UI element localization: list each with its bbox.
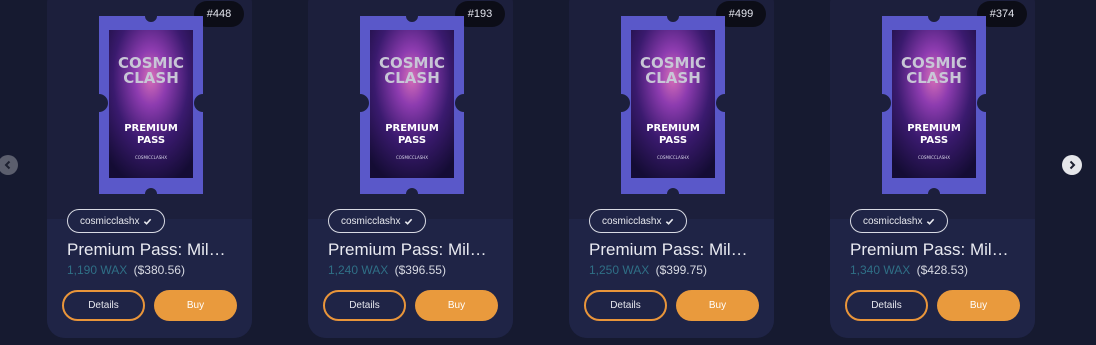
verified-check-icon bbox=[927, 218, 935, 225]
chevron-left-icon bbox=[4, 160, 11, 170]
svg-text:COSMICCLASHX: COSMICCLASHX bbox=[135, 155, 167, 160]
listing-title: Premium Pass: Mil… bbox=[589, 240, 748, 259]
details-button[interactable]: Details bbox=[62, 290, 145, 321]
listing-price: 1,190 WAX ($380.56) bbox=[67, 263, 185, 277]
svg-text:PASS: PASS bbox=[659, 135, 687, 146]
wax-price: 1,340 WAX bbox=[850, 263, 911, 277]
collection-name: cosmicclashx bbox=[863, 215, 923, 227]
svg-text:PREMIUM: PREMIUM bbox=[385, 123, 439, 134]
listing-title: Premium Pass: Mil… bbox=[67, 240, 226, 259]
details-button[interactable]: Details bbox=[323, 290, 406, 321]
listing-card[interactable]: #448 COSMIC CLASH PREMIUM PASS COSMICCLA… bbox=[47, 0, 252, 338]
svg-text:COSMICCLASHX: COSMICCLASHX bbox=[918, 155, 950, 160]
svg-text:CLASH: CLASH bbox=[123, 69, 179, 87]
listing-price: 1,340 WAX ($428.53) bbox=[850, 263, 968, 277]
buy-button[interactable]: Buy bbox=[154, 290, 237, 321]
wax-price: 1,240 WAX bbox=[328, 263, 389, 277]
wax-price: 1,250 WAX bbox=[589, 263, 650, 277]
buy-button[interactable]: Buy bbox=[937, 290, 1020, 321]
listing-price: 1,240 WAX ($396.55) bbox=[328, 263, 446, 277]
details-button[interactable]: Details bbox=[845, 290, 928, 321]
carousel-next-button[interactable] bbox=[1062, 155, 1082, 175]
wax-price: 1,190 WAX bbox=[67, 263, 128, 277]
usd-price: ($399.75) bbox=[655, 263, 707, 277]
svg-text:PREMIUM: PREMIUM bbox=[646, 123, 700, 134]
ticket-image: COSMIC CLASH PREMIUM PASS COSMICCLASHX bbox=[99, 16, 203, 194]
usd-price: ($396.55) bbox=[394, 263, 446, 277]
collection-link[interactable]: cosmicclashx bbox=[589, 209, 688, 233]
svg-text:PASS: PASS bbox=[398, 135, 426, 146]
collection-name: cosmicclashx bbox=[80, 215, 140, 227]
verified-check-icon bbox=[405, 218, 413, 225]
collection-name: cosmicclashx bbox=[341, 215, 401, 227]
carousel-prev-button[interactable] bbox=[0, 155, 18, 175]
nft-carousel: #448 COSMIC CLASH PREMIUM PASS COSMICCLA… bbox=[0, 0, 1096, 345]
ticket-image: COSMIC CLASH PREMIUM PASS COSMICCLASHX bbox=[360, 16, 464, 194]
usd-price: ($428.53) bbox=[916, 263, 968, 277]
svg-text:CLASH: CLASH bbox=[906, 69, 962, 87]
verified-check-icon bbox=[144, 218, 152, 225]
collection-link[interactable]: cosmicclashx bbox=[67, 209, 166, 233]
ticket-image: COSMIC CLASH PREMIUM PASS COSMICCLASHX bbox=[621, 16, 725, 194]
listing-title: Premium Pass: Mil… bbox=[328, 240, 487, 259]
svg-text:PREMIUM: PREMIUM bbox=[124, 123, 178, 134]
collection-link[interactable]: cosmicclashx bbox=[850, 209, 949, 233]
listing-price: 1,250 WAX ($399.75) bbox=[589, 263, 707, 277]
svg-text:COSMICCLASHX: COSMICCLASHX bbox=[657, 155, 689, 160]
svg-text:PASS: PASS bbox=[137, 135, 165, 146]
listing-card[interactable]: #193 COSMIC CLASH PREMIUM PASS COSMICCLA… bbox=[308, 0, 513, 338]
verified-check-icon bbox=[666, 218, 674, 225]
svg-text:PREMIUM: PREMIUM bbox=[907, 123, 961, 134]
svg-text:CLASH: CLASH bbox=[384, 69, 440, 87]
svg-text:CLASH: CLASH bbox=[645, 69, 701, 87]
svg-text:PASS: PASS bbox=[920, 135, 948, 146]
listing-card[interactable]: #374 COSMIC CLASH PREMIUM PASS COSMICCLA… bbox=[830, 0, 1035, 338]
usd-price: ($380.56) bbox=[133, 263, 185, 277]
buy-button[interactable]: Buy bbox=[415, 290, 498, 321]
buy-button[interactable]: Buy bbox=[676, 290, 759, 321]
chevron-right-icon bbox=[1069, 160, 1076, 170]
details-button[interactable]: Details bbox=[584, 290, 667, 321]
svg-text:COSMICCLASHX: COSMICCLASHX bbox=[396, 155, 428, 160]
collection-link[interactable]: cosmicclashx bbox=[328, 209, 427, 233]
listing-card[interactable]: #499 COSMIC CLASH PREMIUM PASS COSMICCLA… bbox=[569, 0, 774, 338]
ticket-image: COSMIC CLASH PREMIUM PASS COSMICCLASHX bbox=[882, 16, 986, 194]
collection-name: cosmicclashx bbox=[602, 215, 662, 227]
listing-title: Premium Pass: Mil… bbox=[850, 240, 1009, 259]
